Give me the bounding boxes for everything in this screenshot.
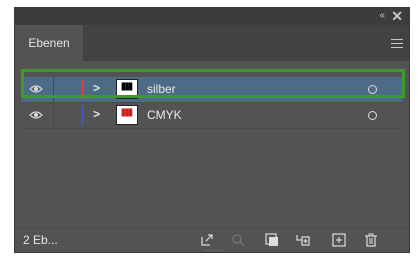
thumbnail-artwork: ███ ▀▀▀ <box>121 109 133 120</box>
expand-chevron-icon[interactable]: > <box>93 107 100 121</box>
layer-thumbnail: ███ ▀▀▀ <box>116 79 138 99</box>
search-icon[interactable] <box>231 233 245 247</box>
export-icon[interactable] <box>200 233 214 247</box>
layer-count-label: 2 Eb... <box>23 233 58 247</box>
layer-list: > ███ ▀▀▀ silber > ███ ▀▀▀ CMYK <box>15 61 409 231</box>
clip-mask-icon[interactable] <box>265 233 279 247</box>
thumbnail-artwork: ███ ▀▀▀ <box>121 83 133 94</box>
visibility-eye-icon[interactable] <box>29 110 43 120</box>
target-circle-icon[interactable] <box>368 85 377 94</box>
visibility-eye-icon[interactable] <box>29 84 43 94</box>
tab-ebenen[interactable]: Ebenen <box>15 25 83 61</box>
layer-thumbnail: ███ ▀▀▀ <box>116 105 138 125</box>
collapse-panel-icon[interactable]: « <box>379 10 384 21</box>
layer-name[interactable]: silber <box>147 82 176 96</box>
expand-chevron-icon[interactable]: > <box>93 81 100 95</box>
trash-icon[interactable] <box>364 233 378 247</box>
resize-grip[interactable] <box>205 250 223 253</box>
close-panel-icon[interactable]: ✕ <box>391 8 403 25</box>
layer-row-cmyk[interactable]: > ███ ▀▀▀ CMYK <box>21 103 403 129</box>
layer-color-bar <box>81 80 84 99</box>
tab-bar: Ebenen <box>15 25 409 61</box>
layers-panel: « ✕ Ebenen > ███ ▀▀▀ silber > ███ ▀▀▀ CM… <box>14 7 410 253</box>
new-sublayer-icon[interactable] <box>296 233 310 247</box>
column-separator <box>53 77 54 102</box>
panel-title-bar: « ✕ <box>15 8 409 25</box>
panel-footer: 2 Eb... <box>15 227 409 252</box>
layer-name[interactable]: CMYK <box>147 108 182 122</box>
layer-row-silber[interactable]: > ███ ▀▀▀ silber <box>21 77 403 103</box>
column-separator <box>53 103 54 128</box>
panel-menu-icon[interactable] <box>391 39 403 48</box>
target-circle-icon[interactable] <box>368 111 377 120</box>
layer-color-bar <box>81 106 84 125</box>
new-layer-icon[interactable] <box>332 233 346 247</box>
